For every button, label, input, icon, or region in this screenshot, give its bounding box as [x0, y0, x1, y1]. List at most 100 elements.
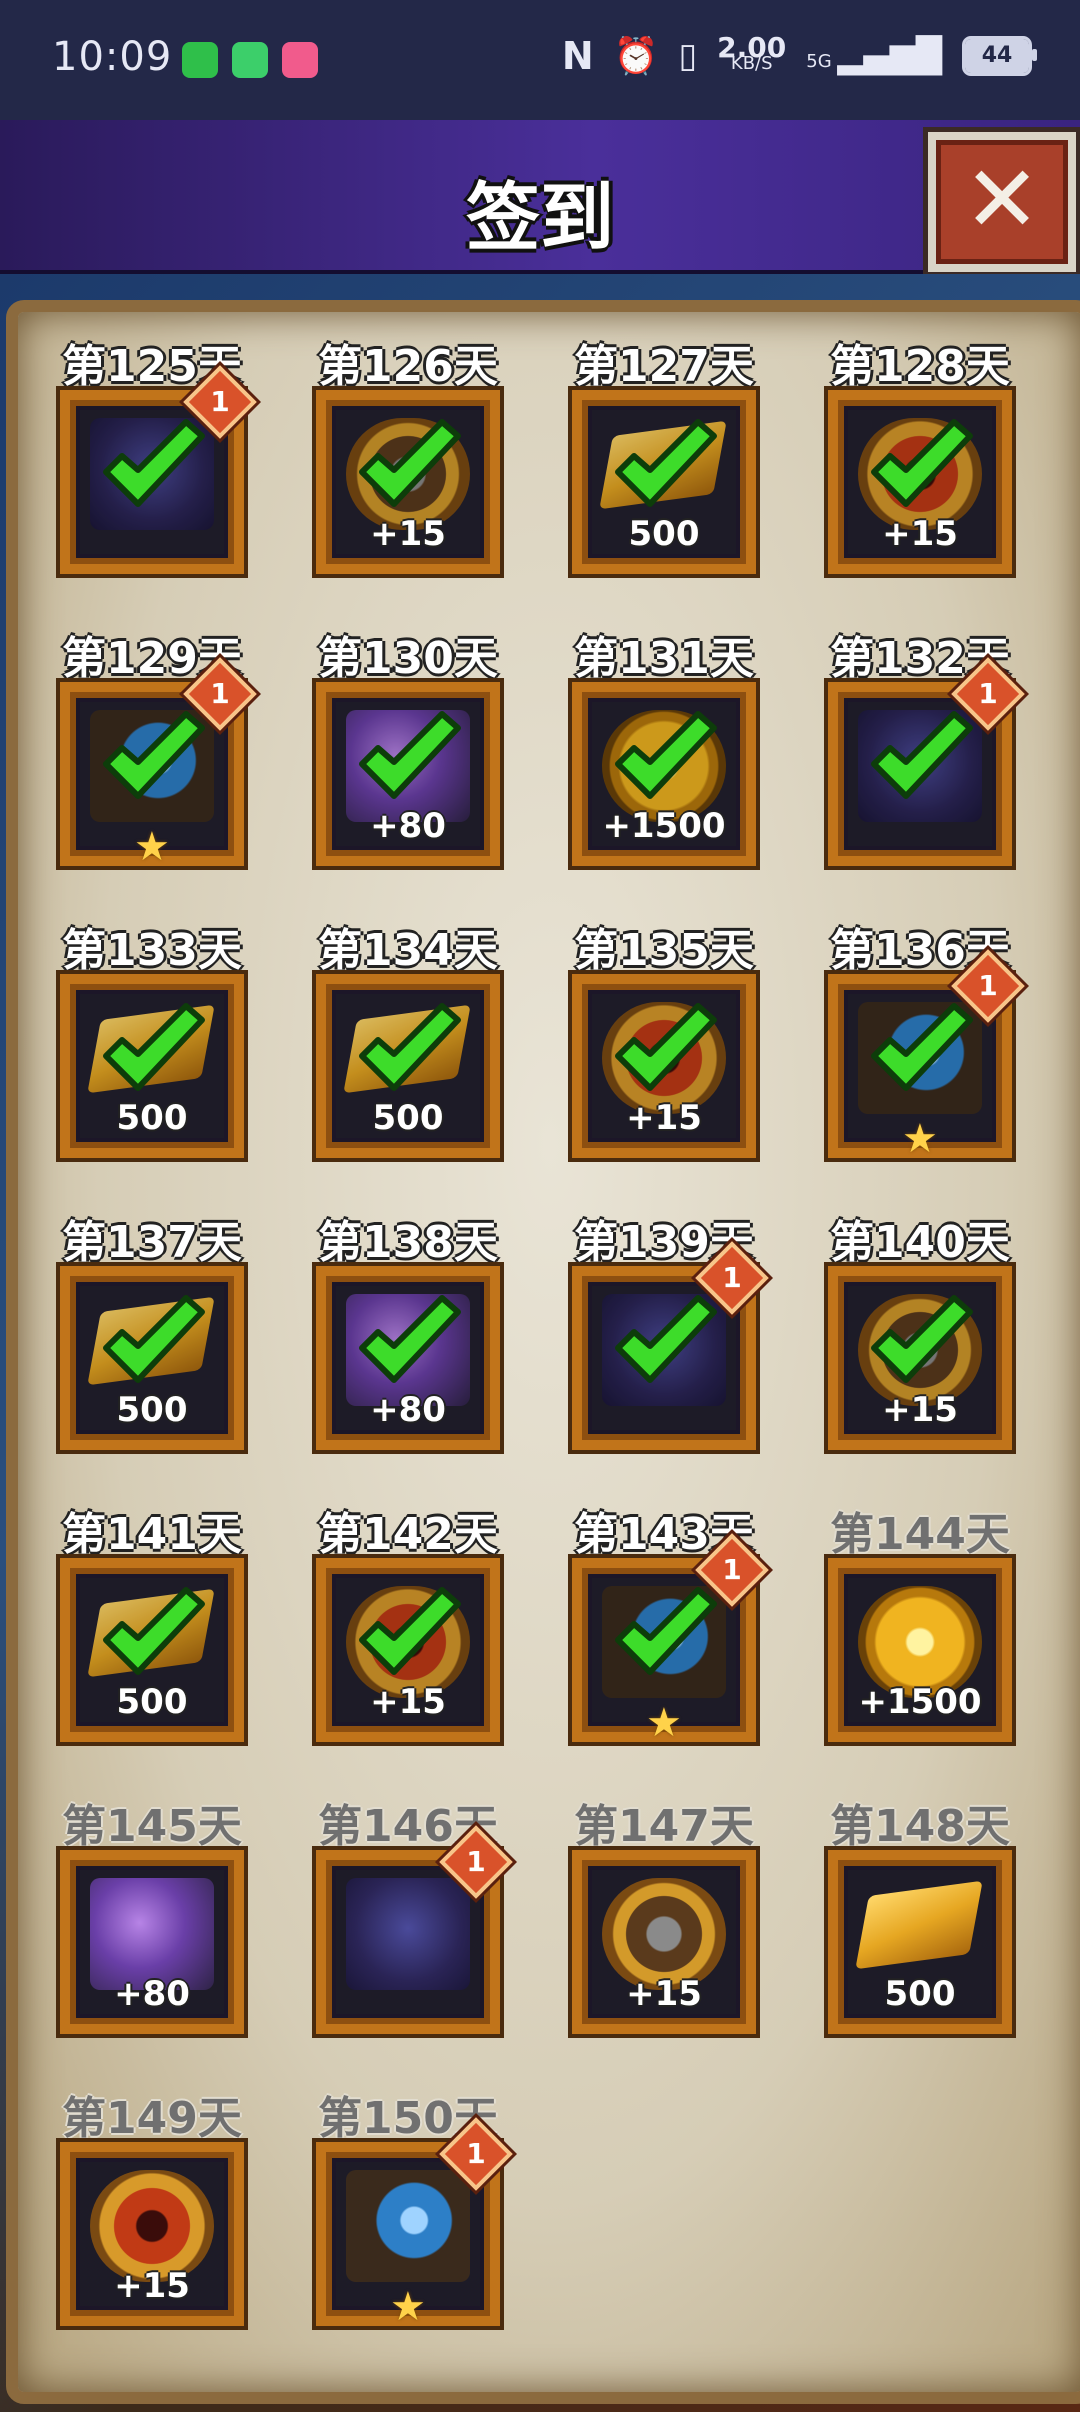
checkin-day-cell[interactable]: 第144天 +1500 [822, 1498, 1018, 1790]
claimed-check-icon [862, 1286, 982, 1406]
page-title: 签到 [466, 175, 614, 261]
reward-slot[interactable]: +15 [828, 390, 1012, 574]
status-bar: 10:09 N ⏰ ▯ 2.00 KB/S 5G ▂▄▆█ 44 [0, 0, 1080, 120]
checkin-day-cell[interactable]: 第134天 500 [310, 914, 506, 1206]
day-label: 第142天 [318, 1509, 498, 1560]
day-label: 第126天 [318, 341, 498, 392]
reward-slot[interactable]: +15 [572, 974, 756, 1158]
battery-level: 44 [965, 39, 1029, 73]
reward-quantity: 500 [884, 1974, 956, 2014]
reward-quantity: +15 [626, 1974, 702, 2014]
claimed-check-icon [350, 702, 470, 822]
vibrate-icon: ▯ [678, 36, 698, 76]
checkin-day-cell[interactable]: 第143天 ★ 1 [566, 1498, 769, 1790]
checkin-day-cell[interactable]: 第145天 +80 [54, 1790, 250, 2082]
checkin-day-cell[interactable]: 第126天 +15 [310, 330, 506, 622]
count-badge-value: 1 [722, 1261, 742, 1294]
reward-slot[interactable]: +15 [316, 1558, 500, 1742]
network-speed: 2.00 KB/S [717, 34, 786, 74]
claimed-check-icon [862, 994, 982, 1114]
checkin-day-cell[interactable]: 第146天 1 [310, 1790, 513, 2082]
checkin-day-cell[interactable]: 第150天 ★ 1 [310, 2082, 513, 2374]
reward-slot[interactable]: 500 [316, 974, 500, 1158]
claimed-check-icon [606, 994, 726, 1114]
reward-slot[interactable]: 500 [572, 390, 756, 574]
signal-icon: 5G ▂▄▆█ [806, 36, 942, 76]
day-label: 第134天 [318, 925, 498, 976]
reward-slot[interactable]: +80 [316, 1266, 500, 1450]
status-time: 10:09 [52, 34, 173, 80]
close-button[interactable]: ✕ [928, 132, 1076, 272]
title-bar: 签到 [0, 120, 1080, 274]
claimed-check-icon [94, 1286, 214, 1406]
checkin-day-cell[interactable]: 第131天 +1500 [566, 622, 762, 914]
dragon-icon [346, 1878, 470, 1990]
count-badge-value: 1 [978, 677, 998, 710]
checkin-day-cell[interactable]: 第135天 +15 [566, 914, 762, 1206]
star-icon: ★ [902, 1116, 938, 1162]
count-badge-value: 1 [210, 677, 230, 710]
chat-app-icon [232, 42, 268, 78]
reward-slot[interactable]: 500 [60, 1558, 244, 1742]
reward-slot[interactable]: 500 [60, 1266, 244, 1450]
reward-quantity: +1500 [858, 1682, 982, 1722]
checkin-day-cell[interactable]: 第138天 +80 [310, 1206, 506, 1498]
checkin-day-cell[interactable]: 第136天 ★ 1 [822, 914, 1025, 1206]
star-icon: ★ [646, 1700, 682, 1746]
checkin-day-cell[interactable]: 第127天 500 [566, 330, 762, 622]
battery-icon: 44 [962, 36, 1037, 76]
checkin-day-cell[interactable]: 第129天 ★ 1 [54, 622, 257, 914]
claimed-check-icon [606, 410, 726, 530]
shield-app-icon [182, 42, 218, 78]
reward-slot[interactable]: 500 [828, 1850, 1012, 2034]
day-label: 第148天 [830, 1801, 1010, 1852]
checkin-day-cell[interactable]: 第128天 +15 [822, 330, 1018, 622]
checkin-day-cell[interactable]: 第133天 500 [54, 914, 250, 1206]
day-label: 第149天 [62, 2093, 242, 2144]
claimed-check-icon [862, 410, 982, 530]
reward-slot[interactable]: 500 [60, 974, 244, 1158]
reward-slot[interactable]: +15 [60, 2142, 244, 2326]
reward-slot[interactable]: +15 [316, 390, 500, 574]
count-badge-value: 1 [210, 385, 230, 418]
count-badge-value: 1 [978, 969, 998, 1002]
claimed-check-icon [606, 702, 726, 822]
day-label: 第127天 [574, 341, 754, 392]
checkin-day-cell[interactable]: 第130天 +80 [310, 622, 506, 914]
video-app-icon [282, 42, 318, 78]
claimed-check-icon [94, 1578, 214, 1698]
checkin-day-cell[interactable]: 第147天 +15 [566, 1790, 762, 2082]
count-badge-value: 1 [722, 1553, 742, 1586]
checkin-day-cell[interactable]: 第148天 500 [822, 1790, 1018, 2082]
signal-label: 5G [806, 51, 832, 72]
reward-slot[interactable]: +15 [828, 1266, 1012, 1450]
claimed-check-icon [94, 994, 214, 1114]
checkin-day-cell[interactable]: 第132天 1 [822, 622, 1025, 914]
checkin-day-cell[interactable]: 第140天 +15 [822, 1206, 1018, 1498]
status-app-icons [182, 42, 318, 78]
day-label: 第140天 [830, 1217, 1010, 1268]
day-label: 第130天 [318, 633, 498, 684]
checkin-day-cell[interactable]: 第149天 +15 [54, 2082, 250, 2374]
checkin-day-cell[interactable]: 第139天 1 [566, 1206, 769, 1498]
claimed-check-icon [350, 1286, 470, 1406]
claimed-check-icon [606, 1578, 726, 1698]
count-badge-value: 1 [466, 2137, 486, 2170]
checkin-day-cell[interactable]: 第142天 +15 [310, 1498, 506, 1790]
day-label: 第147天 [574, 1801, 754, 1852]
reward-slot[interactable]: +15 [572, 1850, 756, 2034]
gauntlet-icon [346, 2170, 470, 2282]
claimed-check-icon [94, 410, 214, 530]
star-icon: ★ [134, 824, 170, 870]
day-label: 第128天 [830, 341, 1010, 392]
reward-slot[interactable]: +80 [316, 682, 500, 866]
reward-slot[interactable]: +80 [60, 1850, 244, 2034]
day-label: 第145天 [62, 1801, 242, 1852]
checkin-day-cell[interactable]: 第137天 500 [54, 1206, 250, 1498]
network-speed-unit: KB/S [730, 53, 773, 74]
checkin-day-cell[interactable]: 第141天 500 [54, 1498, 250, 1790]
reward-slot[interactable]: +1500 [572, 682, 756, 866]
checkin-day-cell[interactable]: 第125天 1 [54, 330, 257, 622]
reward-slot[interactable]: +1500 [828, 1558, 1012, 1742]
day-label: 第137天 [62, 1217, 242, 1268]
